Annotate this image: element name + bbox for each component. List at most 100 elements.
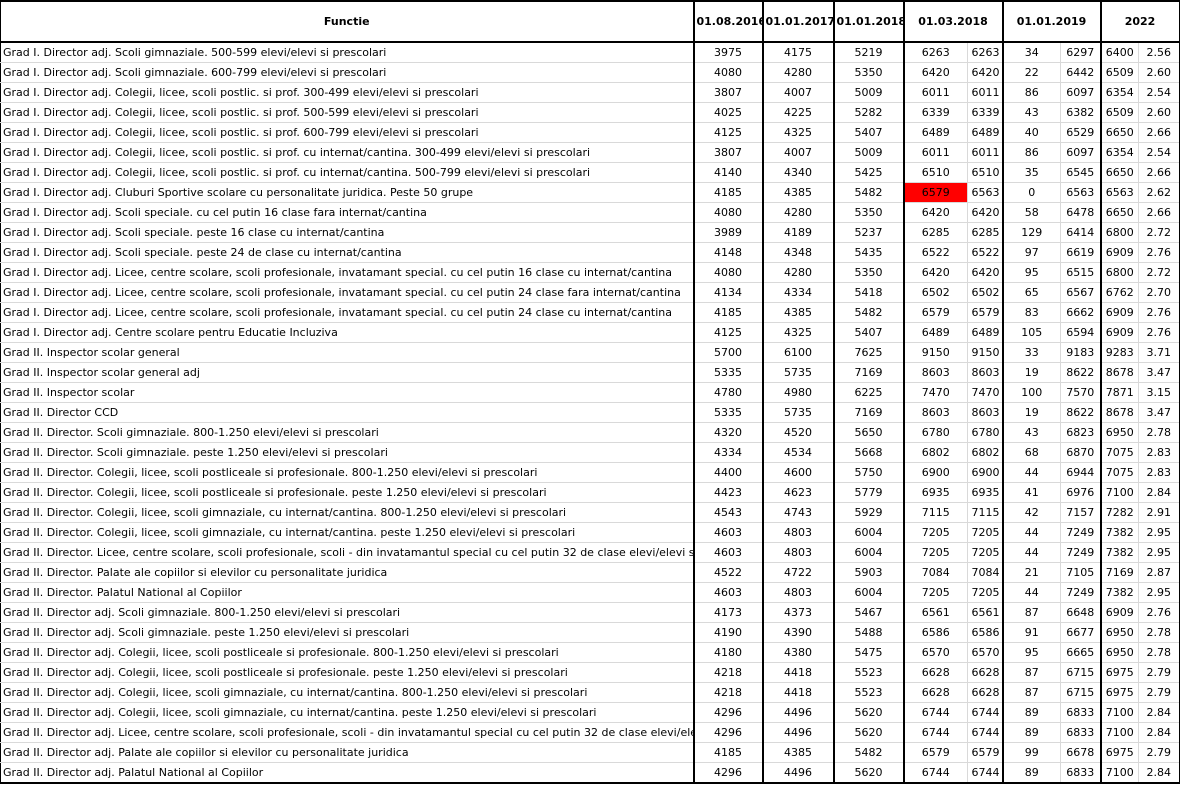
cell-functie: Grad I. Director adj. Scoli speciale. cu… xyxy=(0,202,694,223)
cell-2016: 5335 xyxy=(692,362,763,383)
cell-2018-mar-a: 7084 xyxy=(902,562,968,583)
cell-functie: Grad I. Director adj. Colegii, licee, sc… xyxy=(0,142,694,163)
cell-2022-b: 2.76 xyxy=(1138,302,1180,323)
cell-2022-a: 6975 xyxy=(1099,742,1139,763)
table-row: Grad I. Director adj. Colegii, licee, sc… xyxy=(0,122,1180,143)
cell-2018-jan: 5009 xyxy=(832,142,904,163)
cell-2017: 4803 xyxy=(761,522,834,543)
header-date-2018-mar: 01.03.2018 xyxy=(902,0,1003,43)
cell-2017: 4803 xyxy=(761,582,834,603)
cell-2018-mar-b: 9150 xyxy=(967,342,1003,363)
table-row: Grad I. Director adj. Cluburi Sportive s… xyxy=(0,182,1180,203)
cell-functie: Grad II. Director CCD xyxy=(0,402,694,423)
cell-2018-mar-a: 8603 xyxy=(902,362,968,383)
cell-2018-mar-a: 7205 xyxy=(902,582,968,603)
cell-2022-b: 2.84 xyxy=(1138,702,1180,723)
cell-2018-mar-a: 6570 xyxy=(902,642,968,663)
cell-2019-a: 95 xyxy=(1001,642,1061,663)
cell-2019-b: 7249 xyxy=(1060,542,1101,563)
cell-2022-b: 2.76 xyxy=(1138,322,1180,343)
table-row: Grad II. Director adj. Palatul National … xyxy=(0,762,1180,784)
cell-2022-a: 6509 xyxy=(1099,62,1139,83)
cell-2016: 4148 xyxy=(692,242,763,263)
table-row: Grad I. Director adj. Centre scolare pen… xyxy=(0,322,1180,343)
cell-2019-b: 6567 xyxy=(1060,282,1101,303)
table-row: Grad I. Director adj. Colegii, licee, sc… xyxy=(0,162,1180,183)
cell-2022-b: 2.72 xyxy=(1138,222,1180,243)
cell-2018-jan: 5668 xyxy=(832,442,904,463)
cell-functie: Grad I. Director adj. Centre scolare pen… xyxy=(0,322,694,343)
cell-2019-b: 6715 xyxy=(1060,682,1101,703)
cell-2018-mar-b: 7115 xyxy=(967,502,1003,523)
table-row: Grad II. Director. Colegii, licee, scoli… xyxy=(0,502,1180,523)
cell-2019-b: 6833 xyxy=(1060,702,1101,723)
cell-2018-mar-b: 6420 xyxy=(967,202,1003,223)
cell-2019-b: 6594 xyxy=(1060,322,1101,343)
cell-2019-b: 7105 xyxy=(1060,562,1101,583)
cell-2016: 3807 xyxy=(692,82,763,103)
cell-2019-a: 89 xyxy=(1001,722,1061,743)
cell-2017: 4534 xyxy=(761,442,834,463)
cell-2018-mar-a: 6420 xyxy=(902,262,968,283)
table-row: Grad II. Director adj. Colegii, licee, s… xyxy=(0,662,1180,683)
cell-2022-a: 6650 xyxy=(1099,122,1139,143)
cell-2018-mar-b: 6561 xyxy=(967,602,1003,623)
cell-2018-jan: 5467 xyxy=(832,602,904,623)
cell-functie: Grad II. Director. Colegii, licee, scoli… xyxy=(0,482,694,503)
cell-2018-mar-b: 6563 xyxy=(967,182,1003,203)
cell-2018-mar-b: 6510 xyxy=(967,162,1003,183)
cell-2019-a: 89 xyxy=(1001,762,1061,784)
cell-2019-b: 6478 xyxy=(1060,202,1101,223)
cell-2017: 4334 xyxy=(761,282,834,303)
cell-2018-mar-b: 6263 xyxy=(967,42,1003,63)
cell-2016: 4423 xyxy=(692,482,763,503)
cell-2018-mar-b: 6011 xyxy=(967,142,1003,163)
table-row: Grad I. Director adj. Scoli speciale. pe… xyxy=(0,242,1180,263)
cell-2018-jan: 5418 xyxy=(832,282,904,303)
cell-2022-a: 7382 xyxy=(1099,542,1139,563)
cell-functie: Grad II. Director. Palate ale copiilor s… xyxy=(0,562,694,583)
cell-2018-mar-a: 6744 xyxy=(902,722,968,743)
cell-2016: 4173 xyxy=(692,602,763,623)
cell-2022-b: 2.76 xyxy=(1138,242,1180,263)
cell-2016: 3989 xyxy=(692,222,763,243)
table-body: Grad I. Director adj. Scoli gimnaziale. … xyxy=(0,42,1180,784)
cell-2016: 4025 xyxy=(692,102,763,123)
cell-2019-a: 97 xyxy=(1001,242,1061,263)
cell-2018-mar-a: 6935 xyxy=(902,482,968,503)
cell-2016: 4140 xyxy=(692,162,763,183)
cell-2018-jan: 7169 xyxy=(832,362,904,383)
cell-functie: Grad I. Director adj. Scoli speciale. pe… xyxy=(0,222,694,243)
cell-2018-mar-a: 6744 xyxy=(902,762,968,784)
cell-2016: 4603 xyxy=(692,582,763,603)
cell-2018-mar-b: 6570 xyxy=(967,642,1003,663)
cell-functie: Grad II. Inspector scolar general adj xyxy=(0,362,694,383)
cell-2018-mar-a: 6744 xyxy=(902,702,968,723)
cell-functie: Grad II. Director adj. Palate ale copiil… xyxy=(0,742,694,763)
cell-2022-b: 2.87 xyxy=(1138,562,1180,583)
cell-2022-b: 2.70 xyxy=(1138,282,1180,303)
cell-2018-jan: 5750 xyxy=(832,462,904,483)
cell-2018-mar-b: 6339 xyxy=(967,102,1003,123)
cell-2022-a: 6975 xyxy=(1099,682,1139,703)
cell-2022-b: 2.78 xyxy=(1138,642,1180,663)
cell-2019-a: 42 xyxy=(1001,502,1061,523)
cell-2018-mar-a: 6579 xyxy=(902,742,968,763)
cell-2019-a: 87 xyxy=(1001,682,1061,703)
cell-2016: 4320 xyxy=(692,422,763,443)
cell-2018-mar-b: 6586 xyxy=(967,622,1003,643)
cell-2017: 4280 xyxy=(761,262,834,283)
table-row: Grad I. Director adj. Colegii, licee, sc… xyxy=(0,142,1180,163)
cell-2018-mar-a: 6263 xyxy=(902,42,968,63)
cell-2018-jan: 5482 xyxy=(832,182,904,203)
cell-2022-a: 6909 xyxy=(1099,302,1139,323)
cell-2018-mar-b: 7205 xyxy=(967,542,1003,563)
cell-2019-a: 91 xyxy=(1001,622,1061,643)
cell-2017: 4325 xyxy=(761,322,834,343)
cell-2022-a: 7169 xyxy=(1099,562,1139,583)
cell-2018-mar-a: 6579 xyxy=(902,182,968,203)
cell-2018-mar-b: 7205 xyxy=(967,582,1003,603)
cell-2022-a: 6800 xyxy=(1099,222,1139,243)
cell-2019-b: 6563 xyxy=(1060,182,1101,203)
cell-2022-a: 6950 xyxy=(1099,642,1139,663)
